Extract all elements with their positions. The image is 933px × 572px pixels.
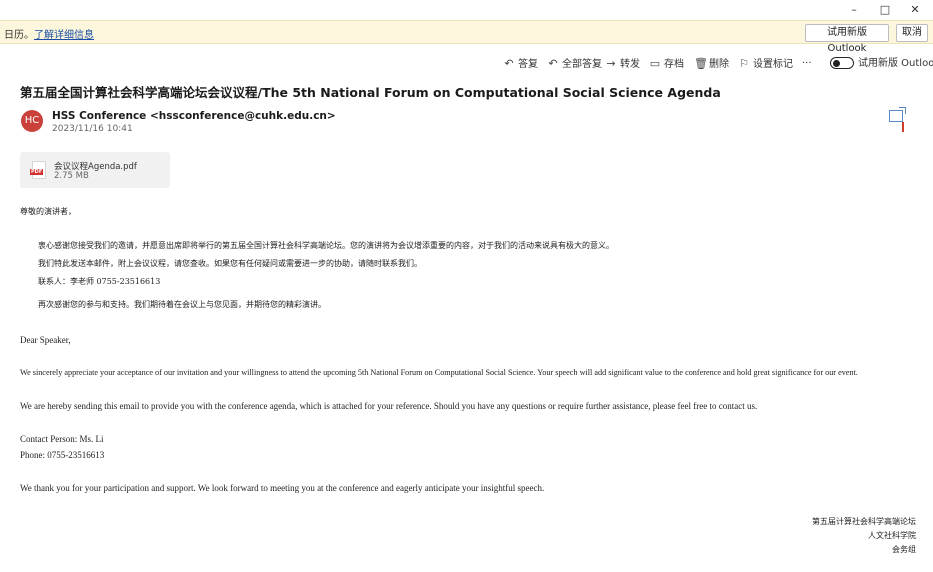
body-cn-contact: 联系人：李老师 0755-23516613 bbox=[38, 277, 161, 286]
body-en-greeting: Dear Speaker, bbox=[20, 335, 71, 345]
pdf-file-icon: PDF bbox=[30, 161, 46, 179]
archive-button[interactable]: ▭ 存档 bbox=[649, 55, 684, 73]
body-cn-greeting: 尊敬的演讲者， bbox=[20, 207, 76, 216]
body-en-contact-person: Contact Person: Ms. Li bbox=[20, 434, 104, 444]
reply-icon: ↶ bbox=[504, 57, 514, 70]
more-button[interactable]: ··· bbox=[802, 55, 812, 73]
delete-icon: 🗑 bbox=[694, 57, 708, 70]
reply-all-button[interactable]: ↶ 全部答复 bbox=[547, 55, 602, 73]
flag-icon: ⚐ bbox=[739, 57, 749, 70]
toggle-icon bbox=[830, 57, 854, 69]
delete-label: 删除 bbox=[709, 59, 729, 70]
body-cn-paragraph-2: 我们特此发送本邮件，附上会议议程，请您查收。如果您有任何疑问或需要进一步的协助，… bbox=[38, 259, 422, 268]
attachment-card[interactable]: PDF 会议议程Agenda.pdf 2.75 MB bbox=[20, 152, 170, 188]
email-date: 2023/11/16 10:41 bbox=[52, 124, 133, 134]
signature-line-3: 会务组 bbox=[892, 545, 916, 554]
body-cn-paragraph-4: 再次感谢您的参与和支持。我们期待着在会议上与您见面，并期待您的精彩演讲。 bbox=[38, 300, 326, 309]
message-toolbar: ↶ 答复 ↶ 全部答复 → 转发 ▭ 存档 🗑删除 ⚐ 设置标记 ··· 试用新版 Out… bbox=[0, 55, 933, 73]
forward-label: 转发 bbox=[620, 59, 640, 70]
forward-button[interactable]: → 转发 bbox=[605, 55, 640, 73]
reply-button[interactable]: ↶ 答复 bbox=[503, 55, 538, 73]
attachment-size: 2.75 MB bbox=[54, 171, 89, 181]
signature-line-1: 第五届计算社会科学高端论坛 bbox=[812, 517, 916, 526]
info-bar-prefix: 日历。 bbox=[4, 30, 34, 41]
sender-name[interactable]: HSS Conference <hssconference@cuhk.edu.c… bbox=[52, 110, 336, 122]
flag-label: 设置标记 bbox=[753, 59, 793, 70]
archive-icon: ▭ bbox=[649, 57, 661, 70]
open-in-new-window-icon[interactable] bbox=[889, 107, 906, 122]
body-en-phone: Phone: 0755-23516613 bbox=[20, 450, 105, 460]
email-subject: 第五届全国计算社会科学高端论坛会议议程/The 5th National For… bbox=[20, 85, 721, 100]
body-en-paragraph-2: We are hereby sending this email to prov… bbox=[20, 401, 758, 411]
toggle-label: 试用新版 Outlook bbox=[858, 58, 933, 69]
pdf-tag: PDF bbox=[30, 169, 44, 175]
avatar[interactable]: HC bbox=[21, 110, 43, 132]
reply-label: 答复 bbox=[518, 59, 538, 70]
flag-button[interactable]: ⚐ 设置标记 bbox=[738, 55, 793, 73]
try-new-outlook-toggle[interactable]: 试用新版 Outlook bbox=[830, 55, 933, 73]
signature-line-2: 人文社科学院 bbox=[868, 531, 916, 540]
info-bar: 日历。了解详细信息 试用新版 Outlook 取消 bbox=[0, 20, 933, 54]
reply-all-icon: ↶ bbox=[548, 57, 558, 70]
try-new-outlook-button[interactable]: 试用新版 Outlook bbox=[805, 24, 889, 54]
info-bar-message: 日历。了解详细信息 bbox=[4, 26, 94, 41]
body-cn-paragraph-1: 衷心感谢您接受我们的邀请，并愿意出席即将举行的第五届全国计算社会科学高端论坛。您… bbox=[38, 241, 614, 250]
close-window-button[interactable]: ✕ bbox=[903, 2, 927, 18]
learn-more-link[interactable]: 了解详细信息 bbox=[34, 30, 94, 41]
importance-flag-icon bbox=[902, 122, 904, 132]
body-en-paragraph-1: We sincerely appreciate your acceptance … bbox=[20, 368, 858, 377]
minimize-button[interactable]: – bbox=[842, 2, 866, 18]
delete-button[interactable]: 🗑删除 bbox=[694, 55, 729, 73]
forward-icon: → bbox=[606, 57, 616, 70]
cancel-button[interactable]: 取消 bbox=[896, 24, 928, 42]
maximize-button[interactable]: □ bbox=[873, 2, 897, 18]
window-titlebar: – □ ✕ bbox=[0, 0, 933, 20]
body-en-paragraph-3: We thank you for your participation and … bbox=[20, 483, 545, 493]
archive-label: 存档 bbox=[664, 59, 684, 70]
reply-all-label: 全部答复 bbox=[562, 59, 602, 70]
